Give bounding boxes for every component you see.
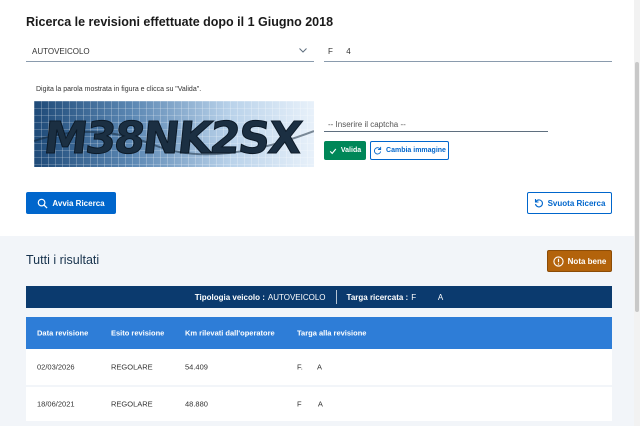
targa-value: F A	[411, 292, 444, 302]
valida-label: Valida	[340, 147, 362, 154]
refresh-icon	[374, 146, 382, 155]
valida-button[interactable]: Valida	[324, 141, 366, 160]
check-icon	[329, 148, 337, 154]
avvia-ricerca-button[interactable]: Avvia Ricerca	[26, 192, 116, 214]
tipologia-value: AUTOVEICOLO	[267, 292, 326, 302]
reset-icon	[534, 199, 543, 208]
search-section: Ricerca le revisioni effettuate dopo il …	[0, 0, 634, 236]
captcha-hint: Digita la parola mostrata in figura e cl…	[36, 86, 202, 93]
column-header: Data revisione	[37, 328, 89, 338]
search-summary-bar: Tipologia veicolo : AUTOVEICOLO Targa ri…	[26, 286, 612, 308]
column-header: Km rilevati dall'operatore	[185, 328, 275, 338]
page-title: Ricerca le revisioni effettuate dopo il …	[26, 15, 334, 29]
table-cell: REGOLARE	[111, 362, 153, 372]
plate-field[interactable]: F 4	[324, 42, 612, 62]
table-cell: 48.880	[185, 399, 208, 409]
results-title: Tutti i risultati	[26, 253, 100, 267]
captcha-image-text: M38NK2SX	[41, 113, 304, 164]
column-header: Targa alla revisione	[297, 328, 367, 338]
tipologia-label: Tipologia veicolo :	[194, 292, 265, 302]
cambia-immagine-label: Cambia immagine	[386, 147, 446, 154]
plate-value: F 4	[328, 47, 351, 56]
nota-bene-button[interactable]: Nota bene	[547, 250, 612, 272]
avvia-ricerca-label: Avvia Ricerca	[52, 198, 105, 208]
table-header: Data revisione Esito revisione Km rileva…	[26, 317, 612, 349]
nota-bene-label: Nota bene	[567, 256, 607, 266]
page-scrollbar[interactable]	[634, 0, 640, 426]
cambia-immagine-button[interactable]: Cambia immagine	[370, 141, 449, 160]
table-row: 18/06/2021 REGOLARE 48.880 F A	[26, 385, 612, 421]
table-cell: F A	[297, 399, 323, 409]
svuota-ricerca-label: Svuota Ricerca	[547, 198, 606, 208]
table-cell: 18/06/2021	[37, 399, 75, 409]
search-icon	[38, 198, 48, 209]
column-header: Esito revisione	[111, 328, 165, 338]
table-cell: 02/03/2026	[37, 362, 75, 372]
table-cell: 54.409	[185, 362, 208, 372]
scrollbar-thumb[interactable]	[635, 62, 639, 312]
captcha-field[interactable]	[324, 114, 548, 133]
alert-circle-icon	[553, 255, 564, 267]
summary-divider	[335, 290, 337, 304]
targa-label: Targa ricercata :	[346, 292, 409, 302]
captcha-image: M38NK2SX	[34, 101, 314, 167]
table-row: 02/03/2026 REGOLARE 54.409 F. A	[26, 349, 612, 385]
vehicle-type-value: AUTOVEICOLO	[32, 47, 90, 56]
vehicle-type-select[interactable]: AUTOVEICOLO	[26, 42, 314, 62]
results-section: Tutti i risultati Nota bene Tipologia ve…	[0, 236, 634, 426]
chevron-down-icon	[299, 48, 307, 53]
results-table: Data revisione Esito revisione Km rileva…	[26, 317, 612, 421]
table-cell: REGOLARE	[111, 399, 153, 409]
table-cell: F. A	[297, 362, 323, 372]
captcha-input[interactable]	[324, 116, 548, 133]
svuota-ricerca-button[interactable]: Svuota Ricerca	[527, 192, 612, 214]
